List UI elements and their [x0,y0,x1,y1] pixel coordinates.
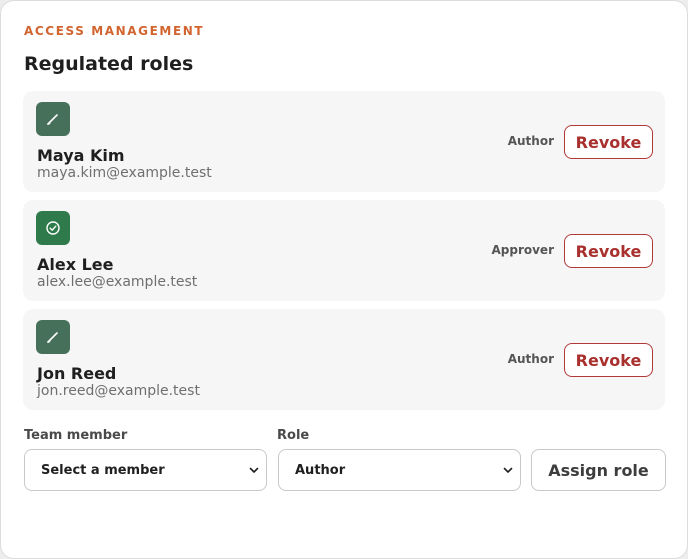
revoke-button[interactable]: Revoke [564,234,653,268]
team-member-select-value: Select a member [41,462,165,478]
chevron-down-icon [503,467,513,473]
revoke-button[interactable]: Revoke [564,343,653,377]
role-select[interactable]: Author [278,449,521,491]
access-management-panel: ACCESS MANAGEMENT Regulated roles Maya K… [0,0,688,559]
revoke-button[interactable]: Revoke [564,125,653,159]
team-member-select[interactable]: Select a member [24,449,267,491]
member-name: Alex Lee [37,255,114,274]
chevron-down-icon [249,467,259,473]
role-label: Role [277,428,310,443]
assign-role-button[interactable]: Assign role [531,449,666,491]
role-select-value: Author [295,462,346,478]
pen-icon [36,102,70,136]
page-title: Regulated roles [24,53,194,75]
role-assignment-card: Alex Lee alex.lee@example.test Approver … [23,200,665,301]
role-assignment-card: Maya Kim maya.kim@example.test Author Re… [23,91,665,192]
role-badge: Approver [491,243,554,257]
member-name: Jon Reed [37,364,117,383]
member-email: maya.kim@example.test [37,165,212,181]
member-email: alex.lee@example.test [37,274,198,290]
role-badge: Author [507,134,554,148]
member-email: jon.reed@example.test [37,383,200,399]
role-assignment-card: Jon Reed jon.reed@example.test Author Re… [23,309,665,410]
member-name: Maya Kim [37,146,125,165]
check-circle-icon [36,211,70,245]
section-eyebrow: ACCESS MANAGEMENT [24,24,205,38]
pen-icon [36,320,70,354]
role-badge: Author [507,352,554,366]
team-member-label: Team member [24,428,128,443]
